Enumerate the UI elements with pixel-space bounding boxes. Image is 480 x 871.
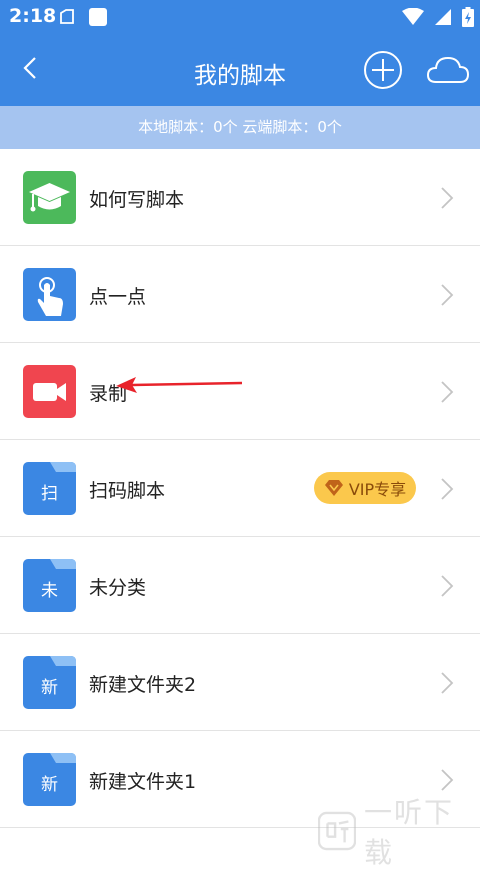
- item-label: 如何写脚本: [89, 189, 185, 211]
- list-item-how-to-write[interactable]: 如何写脚本: [0, 149, 480, 246]
- chevron-right-icon: [441, 478, 454, 500]
- script-list: 如何写脚本 点一点 录制 扫 扫码脚本 VIP专享 未 未分类 新 新建文件夹2…: [0, 149, 480, 828]
- item-label: 新建文件夹1: [89, 771, 197, 793]
- folder-icon: 新: [23, 753, 76, 806]
- folder-letter: 扫: [41, 484, 58, 504]
- vip-badge-label: VIP专享: [348, 480, 407, 499]
- item-label: 录制: [89, 383, 128, 405]
- item-label: 点一点: [89, 286, 147, 308]
- video-camera-icon: [23, 365, 76, 418]
- diamond-icon: [324, 480, 343, 496]
- status-icons-left: [58, 7, 108, 27]
- signal-icon: [435, 9, 451, 25]
- script-summary: 本地脚本：0个 云端脚本：0个: [0, 106, 480, 149]
- graduation-cap-icon: [23, 171, 76, 224]
- chevron-right-icon: [441, 284, 454, 306]
- sd-card-icon: [89, 8, 107, 26]
- status-icons-right: [402, 7, 474, 27]
- folder-icon: 未: [23, 559, 76, 612]
- item-label: 新建文件夹2: [89, 674, 197, 696]
- status-bar: 2:18: [0, 0, 480, 34]
- battery-icon: [462, 7, 474, 27]
- watermark-logo-icon: [318, 811, 356, 851]
- item-label: 扫码脚本: [89, 480, 166, 502]
- chevron-right-icon: [441, 575, 454, 597]
- item-label: 未分类: [89, 577, 147, 599]
- folder-letter: 新: [41, 678, 58, 698]
- list-item-record[interactable]: 录制: [0, 343, 480, 440]
- folder-icon: 扫: [23, 462, 76, 515]
- list-item-scan-script[interactable]: 扫 扫码脚本 VIP专享: [0, 440, 480, 537]
- chevron-right-icon: [441, 381, 454, 403]
- chevron-right-icon: [441, 769, 454, 791]
- cloud-button[interactable]: [425, 52, 471, 88]
- app-bar: 我的脚本: [0, 34, 480, 106]
- cloud-icon: [426, 56, 470, 83]
- list-item-uncategorized[interactable]: 未 未分类: [0, 537, 480, 634]
- plus-circle-icon: [364, 51, 402, 89]
- vip-badge[interactable]: VIP专享: [314, 472, 416, 504]
- chevron-right-icon: [441, 187, 454, 209]
- tap-hand-icon: [23, 268, 76, 321]
- folder-letter: 未: [41, 581, 58, 601]
- folder-letter: 新: [41, 775, 58, 795]
- watermark: 一听下载: [318, 796, 478, 869]
- list-item-new-folder-2[interactable]: 新 新建文件夹2: [0, 634, 480, 731]
- status-time: 2:18: [9, 5, 57, 27]
- add-script-button[interactable]: [363, 50, 403, 90]
- page-title: 我的脚本: [194, 63, 286, 89]
- notification-icon: [60, 9, 74, 24]
- list-item-tap[interactable]: 点一点: [0, 246, 480, 343]
- watermark-text: 一听下载: [364, 796, 455, 869]
- folder-icon: 新: [23, 656, 76, 709]
- wifi-icon: [402, 8, 424, 25]
- chevron-right-icon: [441, 672, 454, 694]
